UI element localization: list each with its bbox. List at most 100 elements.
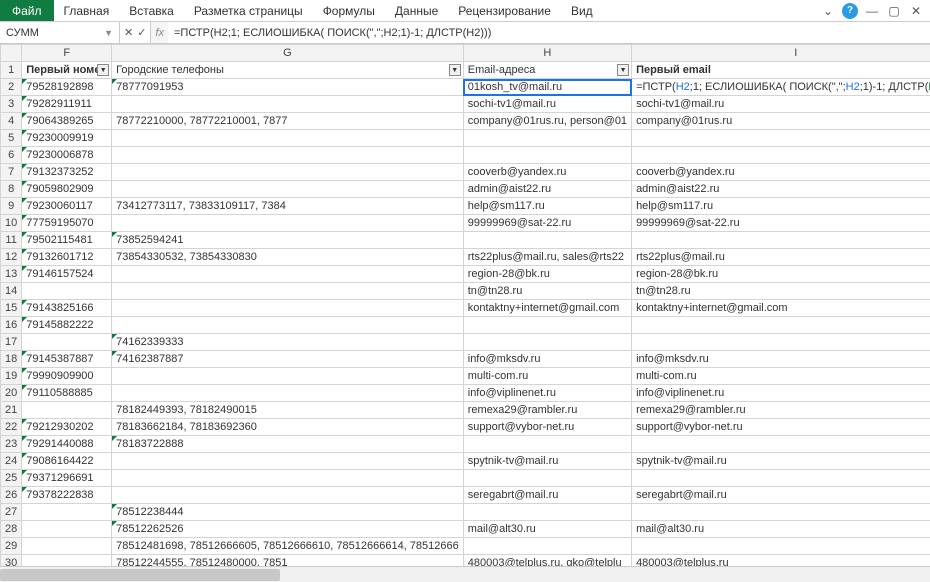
- row-header[interactable]: 8: [1, 181, 22, 198]
- cell[interactable]: 73412773117, 73833109117, 7384: [112, 198, 464, 215]
- cell[interactable]: support@vybor-net.ru: [463, 419, 631, 436]
- cell[interactable]: [112, 300, 464, 317]
- cell[interactable]: 74162339333: [112, 334, 464, 351]
- cell[interactable]: [632, 538, 930, 555]
- cell[interactable]: 79990909900: [22, 368, 112, 385]
- cell[interactable]: 78183662184, 78183692360: [112, 419, 464, 436]
- row-header[interactable]: 22: [1, 419, 22, 436]
- row-header[interactable]: 18: [1, 351, 22, 368]
- cell[interactable]: 01kosh_tv@mail.ru: [463, 79, 631, 96]
- cell[interactable]: [632, 232, 930, 249]
- cell[interactable]: [112, 453, 464, 470]
- cell[interactable]: spytnik-tv@mail.ru: [632, 453, 930, 470]
- cell[interactable]: 74162387887: [112, 351, 464, 368]
- cell[interactable]: 99999969@sat-22.ru: [463, 215, 631, 232]
- cell[interactable]: [463, 436, 631, 453]
- cell[interactable]: 73852594241: [112, 232, 464, 249]
- cell[interactable]: 79502115481: [22, 232, 112, 249]
- cell[interactable]: region-28@bk.ru: [632, 266, 930, 283]
- cell[interactable]: 73854330532, 73854330830: [112, 249, 464, 266]
- row-header[interactable]: 27: [1, 504, 22, 521]
- cell[interactable]: sochi-tv1@mail.ru: [463, 96, 631, 113]
- cell[interactable]: [22, 402, 112, 419]
- cell[interactable]: 79528192898: [22, 79, 112, 96]
- cell[interactable]: [632, 130, 930, 147]
- cell[interactable]: admin@aist22.ru: [632, 181, 930, 198]
- column-header-i[interactable]: Первый email▼: [632, 62, 930, 79]
- cell[interactable]: [463, 470, 631, 487]
- filter-dropdown-icon[interactable]: ▼: [617, 64, 629, 76]
- cell[interactable]: 77759195070: [22, 215, 112, 232]
- cell[interactable]: 78512238444: [112, 504, 464, 521]
- cell[interactable]: tn@tn28.ru: [463, 283, 631, 300]
- cell[interactable]: [632, 334, 930, 351]
- sheet-area[interactable]: F G H I J K 1Первый номер▼Городские теле…: [0, 44, 930, 566]
- cell[interactable]: mail@alt30.ru: [632, 521, 930, 538]
- cell[interactable]: [463, 334, 631, 351]
- cell[interactable]: rts22plus@mail.ru: [632, 249, 930, 266]
- cell[interactable]: 78777091953: [112, 79, 464, 96]
- cell[interactable]: 79064389265: [22, 113, 112, 130]
- select-all-corner[interactable]: [1, 45, 22, 62]
- cell[interactable]: 79132601712: [22, 249, 112, 266]
- cell[interactable]: [112, 181, 464, 198]
- row-header[interactable]: 1: [1, 62, 22, 79]
- cell[interactable]: 78772210000, 78772210001, 7877: [112, 113, 464, 130]
- row-header[interactable]: 25: [1, 470, 22, 487]
- row-header[interactable]: 23: [1, 436, 22, 453]
- cell[interactable]: [112, 130, 464, 147]
- col-header-G[interactable]: G: [112, 45, 464, 62]
- cell[interactable]: 79371296691: [22, 470, 112, 487]
- column-header-g[interactable]: Городские телефоны▼: [112, 62, 464, 79]
- cell[interactable]: support@vybor-net.ru: [632, 419, 930, 436]
- cell[interactable]: [22, 504, 112, 521]
- cell[interactable]: 79145882222: [22, 317, 112, 334]
- ribbon-tab-review[interactable]: Рецензирование: [448, 0, 561, 21]
- file-tab[interactable]: Файл: [0, 0, 54, 21]
- row-header[interactable]: 26: [1, 487, 22, 504]
- cell[interactable]: 78512244555, 78512480000, 7851: [112, 555, 464, 567]
- cell[interactable]: [112, 317, 464, 334]
- row-header[interactable]: 24: [1, 453, 22, 470]
- row-header[interactable]: 12: [1, 249, 22, 266]
- cell[interactable]: rts22plus@mail.ru, sales@rts22: [463, 249, 631, 266]
- cell[interactable]: 79059802909: [22, 181, 112, 198]
- cell[interactable]: [463, 504, 631, 521]
- cell[interactable]: [463, 538, 631, 555]
- row-header[interactable]: 9: [1, 198, 22, 215]
- row-header[interactable]: 10: [1, 215, 22, 232]
- cell[interactable]: [632, 504, 930, 521]
- cell[interactable]: [112, 470, 464, 487]
- row-header[interactable]: 7: [1, 164, 22, 181]
- cell[interactable]: 78512262526: [112, 521, 464, 538]
- cell[interactable]: admin@aist22.ru: [463, 181, 631, 198]
- cell[interactable]: 78183722888: [112, 436, 464, 453]
- row-header[interactable]: 30: [1, 555, 22, 567]
- row-header[interactable]: 4: [1, 113, 22, 130]
- row-header[interactable]: 21: [1, 402, 22, 419]
- cell[interactable]: 79291440088: [22, 436, 112, 453]
- filter-dropdown-icon[interactable]: ▼: [97, 64, 109, 76]
- row-header[interactable]: 6: [1, 147, 22, 164]
- cell[interactable]: [463, 317, 631, 334]
- cell[interactable]: company@01rus.ru, person@01: [463, 113, 631, 130]
- cell[interactable]: info@mksdv.ru: [463, 351, 631, 368]
- scrollbar-thumb[interactable]: [0, 569, 280, 581]
- name-box[interactable]: СУММ ▼: [0, 22, 120, 43]
- row-header[interactable]: 13: [1, 266, 22, 283]
- row-header[interactable]: 15: [1, 300, 22, 317]
- cell[interactable]: 79230060117: [22, 198, 112, 215]
- cell[interactable]: 79282911911: [22, 96, 112, 113]
- cell[interactable]: 79110588885: [22, 385, 112, 402]
- row-header[interactable]: 2: [1, 79, 22, 96]
- row-header[interactable]: 20: [1, 385, 22, 402]
- cell[interactable]: 78512481698, 78512666605, 78512666610, 7…: [112, 538, 464, 555]
- cell[interactable]: spytnik-tv@mail.ru: [463, 453, 631, 470]
- cell[interactable]: [112, 164, 464, 181]
- cell[interactable]: company@01rus.ru: [632, 113, 930, 130]
- cell[interactable]: [632, 470, 930, 487]
- ribbon-tab-pagelayout[interactable]: Разметка страницы: [184, 0, 313, 21]
- cell[interactable]: 78182449393, 78182490015: [112, 402, 464, 419]
- cell[interactable]: 79145387887: [22, 351, 112, 368]
- cell[interactable]: 480003@telplus.ru: [632, 555, 930, 567]
